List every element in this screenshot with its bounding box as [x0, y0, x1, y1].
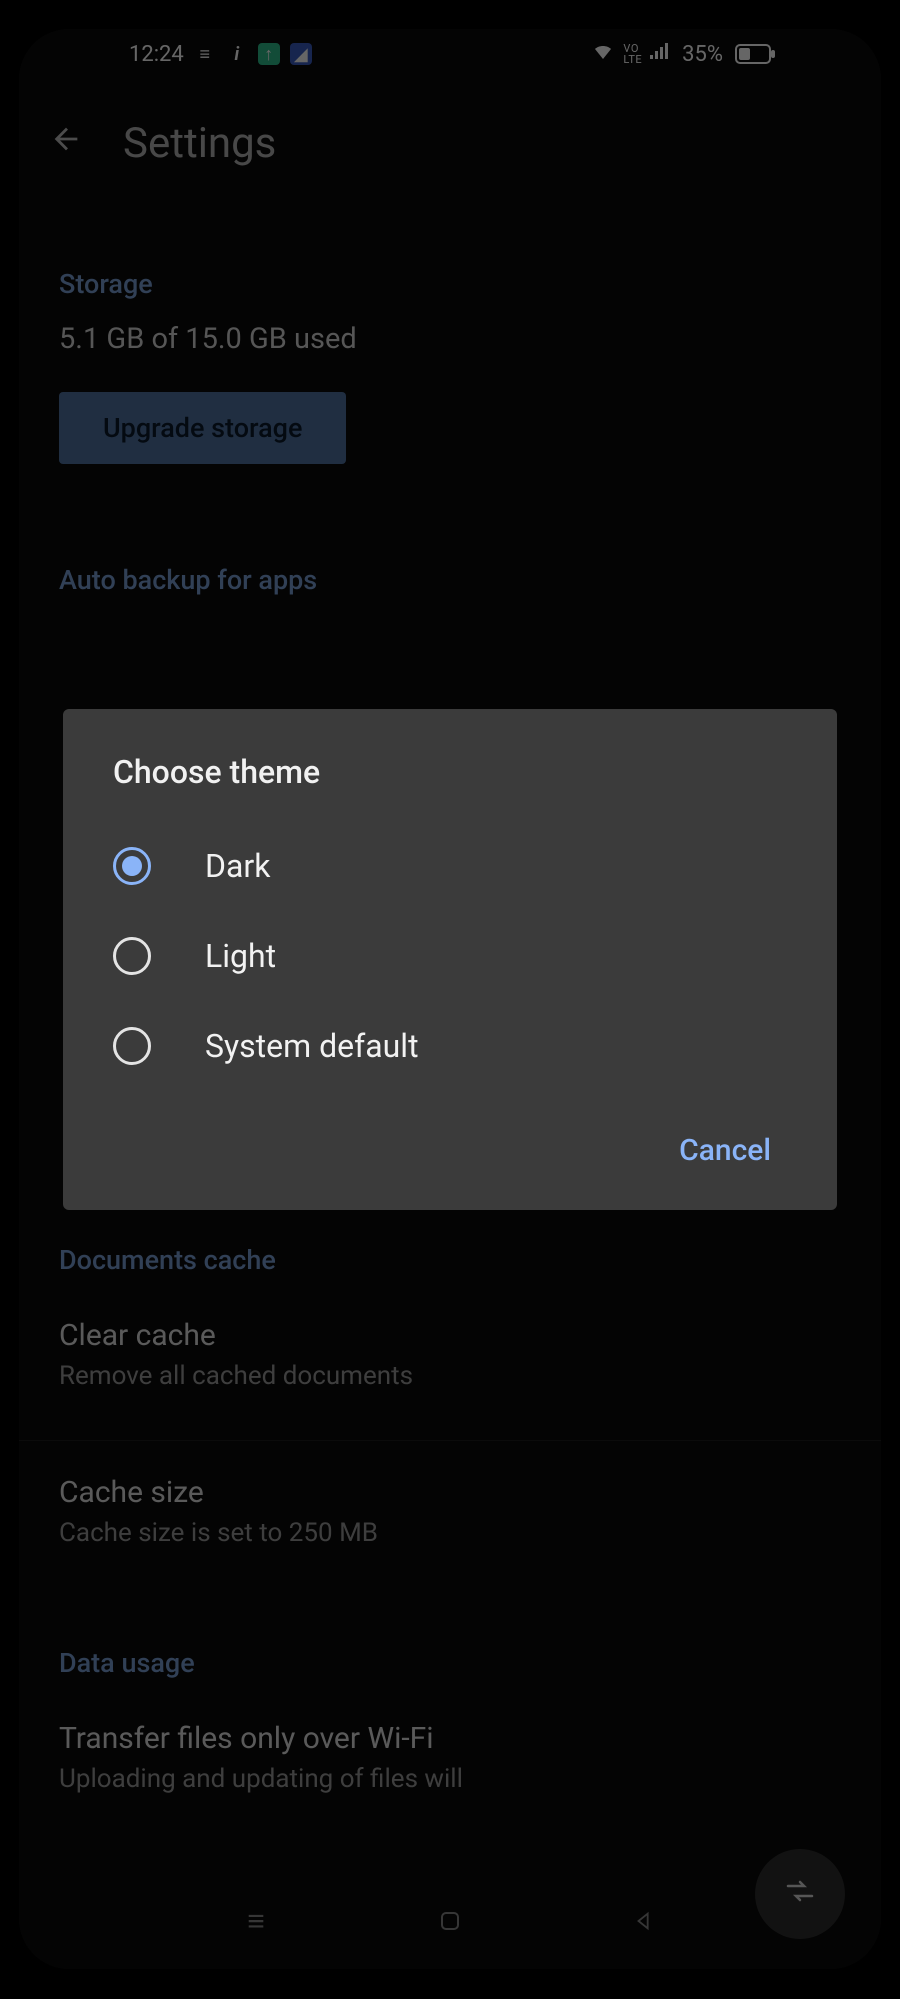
radio-unselected-icon [113, 937, 151, 975]
app-bar: Settings [19, 79, 881, 198]
cache-size-title: Cache size [59, 1475, 841, 1510]
data-usage-header: Data usage [59, 1647, 841, 1679]
dialog-title: Choose theme [113, 753, 787, 791]
theme-option-label: Dark [205, 847, 270, 885]
theme-option-dark[interactable]: Dark [113, 821, 787, 911]
system-nav-bar: ≡ [19, 1881, 881, 1961]
storage-usage: 5.1 GB of 15.0 GB used [59, 318, 841, 362]
choose-theme-dialog: Choose theme Dark Light System default C… [63, 709, 837, 1210]
wifi-only-sub: Uploading and updating of files will [59, 1760, 841, 1799]
wifi-only-title: Transfer files only over Wi-Fi [59, 1721, 841, 1756]
chart-icon: ◢ [290, 43, 312, 65]
battery-percent: 35% [682, 42, 723, 67]
rotate-fab[interactable] [755, 1849, 845, 1939]
rotate-icon [784, 1878, 816, 1911]
back-arrow-icon[interactable] [49, 122, 83, 166]
nav-menu-icon[interactable]: ≡ [236, 1904, 276, 1939]
upgrade-storage-button[interactable]: Upgrade storage [59, 392, 346, 464]
notification-icon: ≡ [194, 43, 216, 65]
cache-size-item[interactable]: Cache size Cache size is set to 250 MB [59, 1441, 841, 1577]
nav-home-icon[interactable] [430, 1909, 470, 1933]
storage-section: Storage 5.1 GB of 15.0 GB used Upgrade s… [59, 198, 841, 464]
documents-cache-header: Documents cache [59, 1244, 841, 1276]
radio-selected-icon [113, 847, 151, 885]
theme-option-label: System default [205, 1027, 419, 1065]
radio-unselected-icon [113, 1027, 151, 1065]
cancel-button[interactable]: Cancel [669, 1121, 781, 1180]
volte-icon: VO LTE [623, 43, 642, 65]
status-time: 12:24 [129, 42, 184, 67]
clear-cache-title: Clear cache [59, 1318, 841, 1353]
nav-back-icon[interactable] [624, 1910, 664, 1932]
theme-option-label: Light [205, 937, 276, 975]
wifi-icon [591, 41, 615, 67]
theme-option-light[interactable]: Light [113, 911, 787, 1001]
upload-icon: ↑ [258, 43, 280, 65]
data-usage-section: Data usage Transfer files only over Wi-F… [59, 1577, 841, 1823]
signal-icon [650, 41, 674, 67]
status-bar: 12:24 ≡ i ↑ ◢ VO LTE 35% [19, 29, 881, 79]
clear-cache-sub: Remove all cached documents [59, 1357, 841, 1396]
storage-header: Storage [59, 268, 841, 300]
autobackup-header: Auto backup for apps [59, 564, 841, 596]
wifi-only-item[interactable]: Transfer files only over Wi-Fi Uploading… [59, 1697, 841, 1823]
cache-size-sub: Cache size is set to 250 MB [59, 1514, 841, 1553]
autobackup-section: Auto backup for apps [59, 464, 841, 596]
page-title: Settings [123, 119, 276, 168]
documents-cache-section: Documents cache Clear cache Remove all c… [59, 1174, 841, 1577]
clear-cache-item[interactable]: Clear cache Remove all cached documents [59, 1294, 841, 1420]
battery-icon [735, 44, 771, 64]
theme-option-system-default[interactable]: System default [113, 1001, 787, 1091]
info-icon: i [226, 43, 248, 65]
battery-fill [739, 48, 750, 60]
